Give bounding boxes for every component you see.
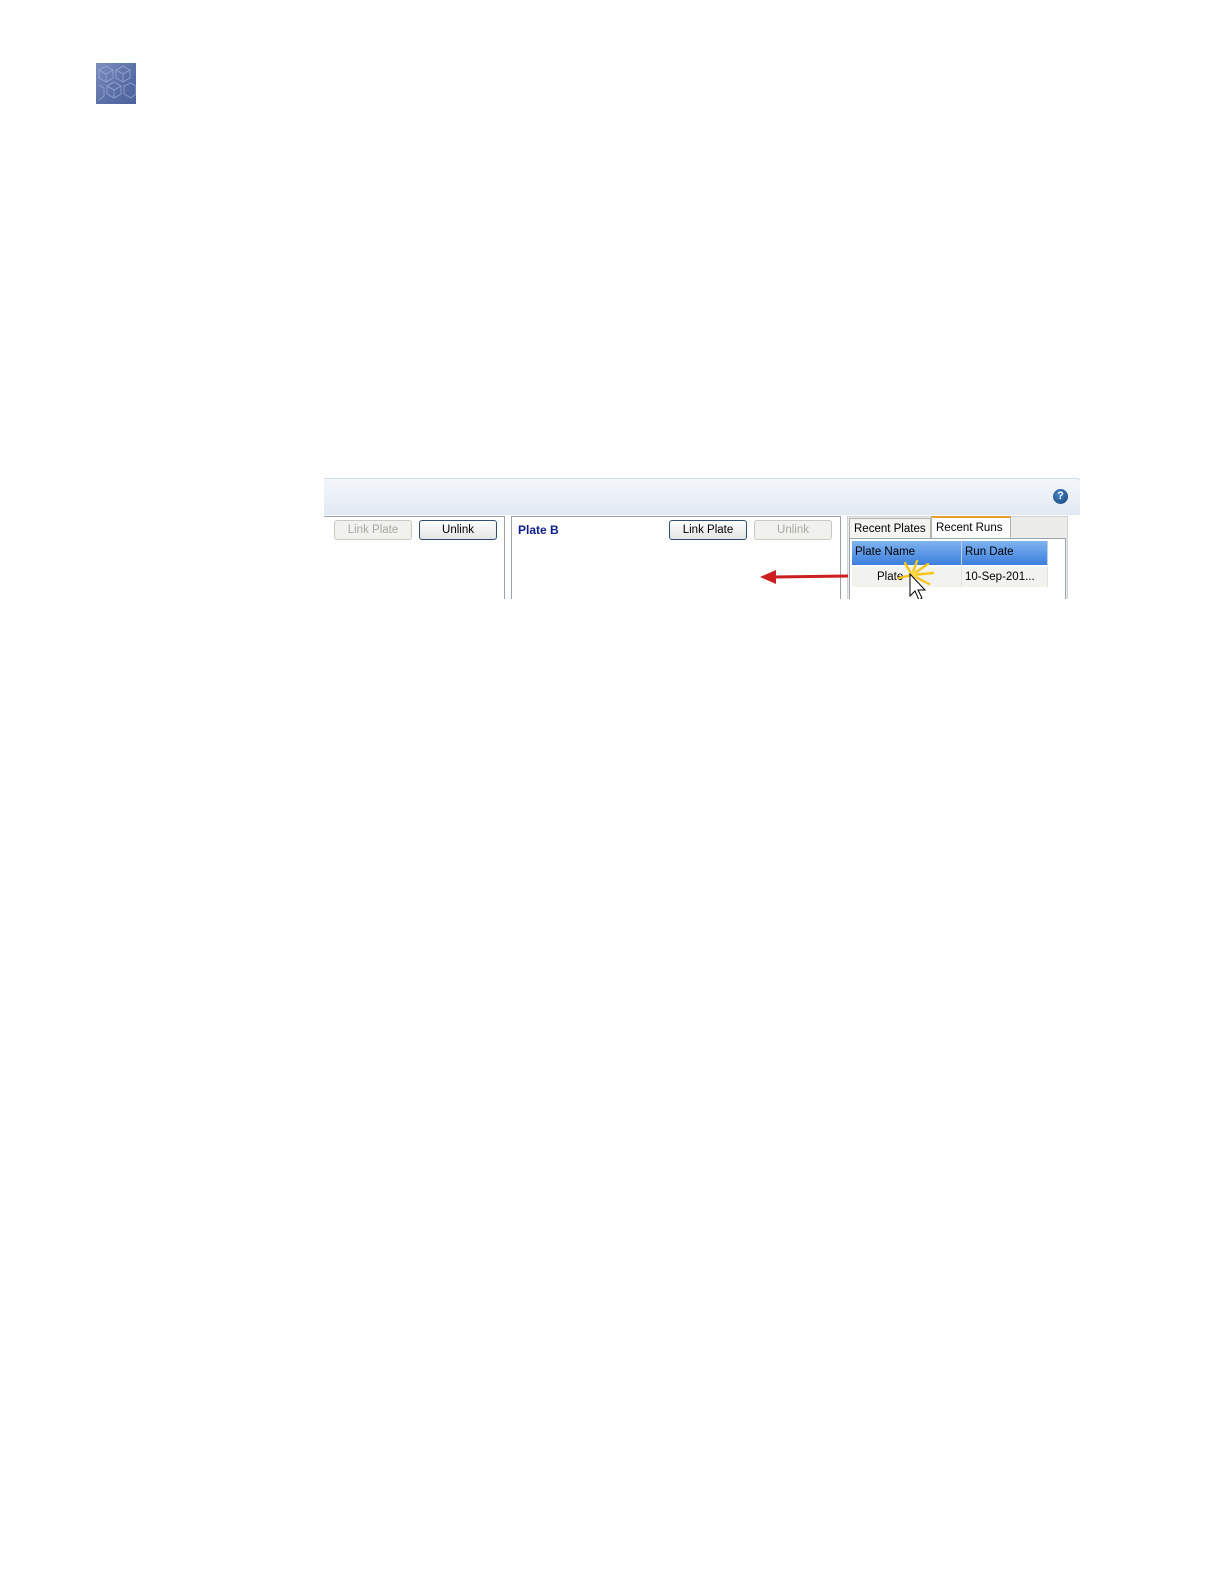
red-arrow-icon xyxy=(760,570,849,584)
software-screenshot: ? Link Plate Unlink Plate B Link Plate U… xyxy=(324,478,1080,599)
logo-cube-icon xyxy=(96,63,136,104)
